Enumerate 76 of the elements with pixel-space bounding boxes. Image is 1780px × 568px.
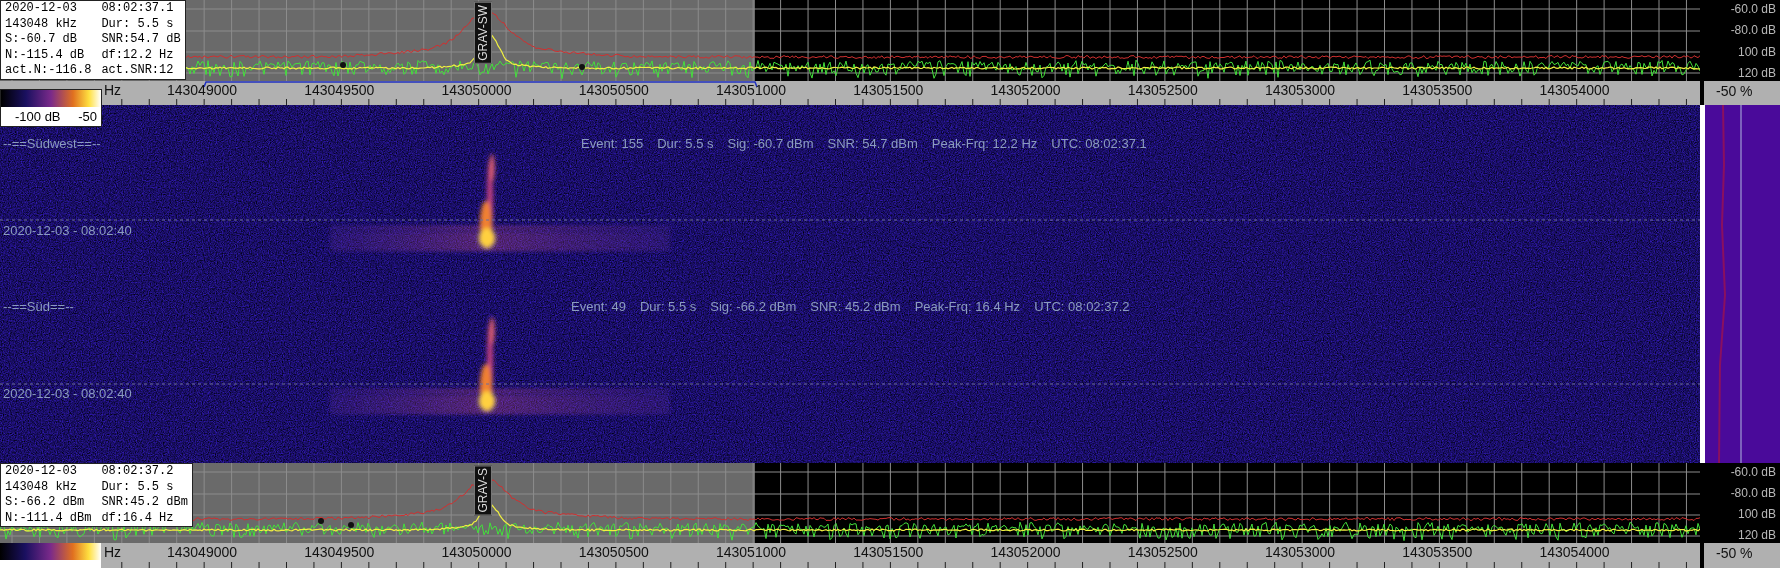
axis-unit: Hz bbox=[104, 82, 122, 98]
frequency-label: 143053000 bbox=[1264, 82, 1336, 98]
info-text: S:-66.2 dBm bbox=[5, 495, 86, 511]
marker-dot bbox=[318, 518, 324, 524]
timestamp-label: 2020-12-03 - 08:02:40 bbox=[3, 223, 132, 238]
event-field: Event: 49 bbox=[571, 299, 626, 314]
frequency-label: 143049000 bbox=[166, 82, 238, 98]
event-field: Sig: -66.2 dBm bbox=[710, 299, 797, 314]
timestamp-label: 2020-12-03 - 08:02:40 bbox=[3, 386, 132, 401]
percent-label: -50 % bbox=[1704, 543, 1780, 568]
frequency-label: 143050000 bbox=[441, 82, 512, 98]
info-text: SNR:54.7 dB bbox=[101, 32, 181, 48]
db-scale-label: 120 dB bbox=[1737, 66, 1776, 80]
db-scale-label: -80.0 dB bbox=[1730, 23, 1776, 38]
event-field: UTC: 08:02:37.2 bbox=[1034, 299, 1130, 314]
frequency-label: 143052000 bbox=[990, 82, 1061, 98]
channel-name: --==Südwest==-- bbox=[3, 136, 101, 151]
info-text: S:-60.7 dB bbox=[5, 32, 78, 48]
db-scale-label: 100 dB bbox=[1737, 507, 1776, 521]
db-scale-label: -60.0 dB bbox=[1730, 2, 1776, 16]
frequency-label: 143054000 bbox=[1539, 82, 1610, 98]
info-text: act.SNR:12 bbox=[101, 63, 175, 79]
signal-marker-label: GRAV-S bbox=[474, 465, 492, 516]
frequency-label: 143051000 bbox=[715, 544, 787, 560]
event-field: Event: 155 bbox=[581, 136, 644, 151]
colorbar-min-label: -100 dB bbox=[15, 109, 61, 124]
frequency-label: 143054000 bbox=[1539, 544, 1610, 560]
frequency-label: 143049000 bbox=[166, 544, 238, 560]
db-scale-label: 100 dB bbox=[1737, 44, 1776, 59]
info-text: 143048 kHz bbox=[5, 16, 78, 33]
event-field: SNR: 45.2 dBm bbox=[810, 299, 901, 314]
percent-label: -50 % bbox=[1704, 81, 1780, 105]
info-text: N:-115.4 dB bbox=[5, 47, 86, 64]
frequency-label: 143049500 bbox=[304, 544, 375, 560]
info-text: df:16.4 Hz bbox=[101, 510, 175, 527]
info-text: 2020-12-03 bbox=[5, 464, 78, 480]
event-field: UTC: 08:02:37.1 bbox=[1051, 136, 1147, 151]
event-field: Dur: 5.5 s bbox=[639, 299, 697, 314]
info-text: 08:02:37.1 bbox=[101, 1, 175, 17]
info-text: Dur: 5.5 s bbox=[101, 479, 175, 496]
frequency-label: 143051500 bbox=[853, 82, 924, 98]
frequency-label: 143050000 bbox=[441, 544, 512, 560]
event-field: SNR: 54.7 dBm bbox=[827, 136, 918, 151]
frequency-label: 143052000 bbox=[990, 544, 1061, 560]
channel-name: --==Süd==-- bbox=[3, 299, 74, 314]
marker-dot bbox=[579, 64, 585, 70]
event-field: Sig: -60.7 dBm bbox=[727, 136, 814, 151]
db-scale-label: -80.0 dB bbox=[1730, 486, 1776, 500]
frequency-label: 143050500 bbox=[578, 544, 649, 560]
frequency-label: 143050500 bbox=[578, 82, 649, 98]
frequency-label: 143053000 bbox=[1264, 544, 1336, 560]
marker-dot bbox=[348, 522, 354, 528]
info-text: 08:02:37.2 bbox=[101, 464, 175, 480]
info-text: df:12.2 Hz bbox=[101, 47, 175, 64]
colorbar-max-label: -50 bbox=[78, 109, 97, 124]
signal-marker-label: GRAV-SW bbox=[474, 2, 492, 64]
frequency-label: 143053500 bbox=[1402, 544, 1473, 560]
info-text: act.N:-116.8 bbox=[5, 63, 92, 79]
event-field: Peak-Frq: 16.4 Hz bbox=[914, 299, 1021, 314]
frequency-label: 143052500 bbox=[1127, 82, 1198, 98]
info-text: 143048 kHz bbox=[5, 479, 78, 496]
event-field: Peak-Frq: 12.2 Hz bbox=[931, 136, 1038, 151]
frequency-label: 143053500 bbox=[1402, 82, 1473, 98]
info-text: Dur: 5.5 s bbox=[101, 16, 175, 33]
frequency-label: 143049500 bbox=[304, 82, 375, 98]
db-scale-label: 120 dB bbox=[1737, 528, 1776, 542]
db-scale-label: -60.0 dB bbox=[1730, 465, 1776, 479]
frequency-label: 143051500 bbox=[853, 544, 924, 560]
info-text: 2020-12-03 bbox=[5, 1, 78, 17]
event-field: Dur: 5.5 s bbox=[657, 136, 714, 151]
info-text: N:-111.4 dBm bbox=[5, 510, 92, 527]
axis-unit: Hz bbox=[104, 544, 122, 560]
frequency-label: 143051000 bbox=[715, 82, 787, 98]
frequency-label: 143052500 bbox=[1127, 544, 1198, 560]
marker-dot bbox=[340, 62, 346, 68]
info-text: SNR:45.2 dBm bbox=[101, 495, 188, 511]
